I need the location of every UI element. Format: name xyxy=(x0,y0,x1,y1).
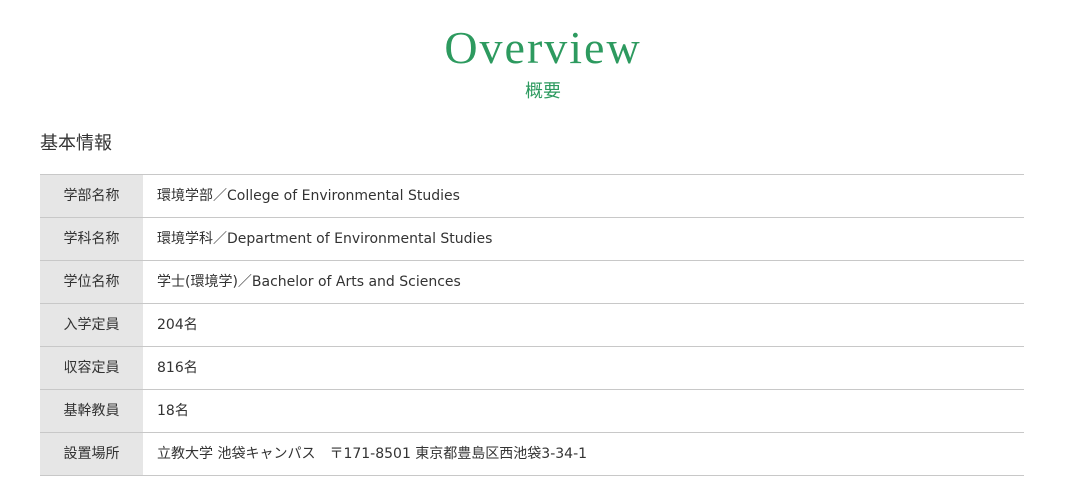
row-label: 学部名称 xyxy=(40,174,143,218)
page-subtitle: 概要 xyxy=(525,81,561,102)
row-label: 学位名称 xyxy=(40,260,143,304)
row-value: 立教大学 池袋キャンパス 〒171-8501 東京都豊島区西池袋3-34-1 xyxy=(143,432,1024,476)
basic-info-table: 学部名称 環境学部／College of Environmental Studi… xyxy=(40,174,1024,476)
table-row-faculty-name: 学部名称 環境学部／College of Environmental Studi… xyxy=(40,174,1024,218)
table-row-degree-name: 学位名称 学士(環境学)／Bachelor of Arts and Scienc… xyxy=(40,260,1024,304)
table-row-admission-capacity: 入学定員 204名 xyxy=(40,303,1024,347)
row-value: 816名 xyxy=(143,346,1024,390)
table-row-total-capacity: 収容定員 816名 xyxy=(40,346,1024,390)
section-heading: 基本情報 xyxy=(40,133,112,154)
row-label: 入学定員 xyxy=(40,303,143,347)
table-row-location: 設置場所 立教大学 池袋キャンパス 〒171-8501 東京都豊島区西池袋3-3… xyxy=(40,432,1024,476)
page-title: Overview xyxy=(444,22,642,73)
row-value: 学士(環境学)／Bachelor of Arts and Sciences xyxy=(143,260,1024,304)
row-value: 18名 xyxy=(143,389,1024,433)
row-label: 設置場所 xyxy=(40,432,143,476)
row-label: 学科名称 xyxy=(40,217,143,261)
row-label: 基幹教員 xyxy=(40,389,143,433)
row-label: 収容定員 xyxy=(40,346,143,390)
table-row-department-name: 学科名称 環境学科／Department of Environmental St… xyxy=(40,217,1024,261)
row-value: 204名 xyxy=(143,303,1024,347)
row-value: 環境学部／College of Environmental Studies xyxy=(143,174,1024,218)
row-value: 環境学科／Department of Environmental Studies xyxy=(143,217,1024,261)
table-row-core-faculty: 基幹教員 18名 xyxy=(40,389,1024,433)
